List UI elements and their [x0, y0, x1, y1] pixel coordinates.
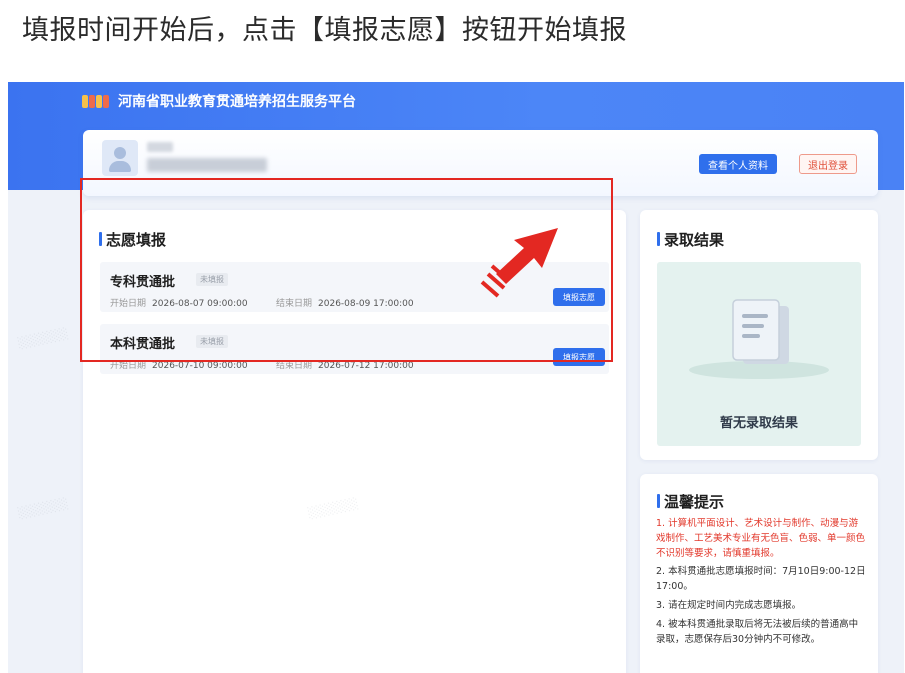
start-date-value: 2026-08-07 09:00:00 — [152, 299, 248, 309]
start-date: 开始日期 2026-08-07 09:00:00 — [110, 296, 248, 309]
app-screenshot: 河南省职业教育贯通培养招生服务平台 查看个人资料 退出登录 志愿填报 专科贯通批… — [8, 82, 904, 673]
batch-name: 专科贯通批 — [110, 275, 176, 290]
tip-item: 3. 请在规定时间内完成志愿填报。 — [656, 600, 802, 611]
user-card: 查看个人资料 退出登录 — [83, 130, 878, 196]
section-accent-bar — [657, 232, 660, 246]
logout-button[interactable]: 退出登录 — [799, 154, 857, 174]
tutorial-caption: 填报时间开始后，点击【填报志愿】按钮开始填报 — [22, 15, 627, 46]
tips-panel: 温馨提示 1. 计算机平面设计、艺术设计与制作、动漫与游戏制作、工艺美术专业有无… — [640, 474, 878, 673]
watermark: ░░░░░░ — [17, 326, 70, 351]
start-date-label: 开始日期 — [110, 299, 147, 309]
tip-item: 4. 被本科贯通批录取后将无法被后续的普通高中录取，志愿保存后30分钟内不可修改… — [656, 619, 859, 645]
avatar — [102, 140, 138, 176]
end-date-label: 结束日期 — [276, 299, 313, 309]
start-date-label: 开始日期 — [110, 361, 147, 371]
end-date: 结束日期 2026-07-12 17:00:00 — [276, 358, 414, 371]
empty-result-text: 暂无录取结果 — [719, 416, 798, 431]
start-date: 开始日期 2026-07-10 09:00:00 — [110, 358, 248, 371]
batch-row-bachelor: 本科贯通批 未填报 开始日期 2026-07-10 09:00:00 结束日期 20… — [100, 324, 609, 374]
red-arrow-icon — [480, 228, 558, 298]
redacted-user-info — [147, 158, 267, 172]
document-stack-icon — [689, 299, 829, 379]
tip-item: 1. 计算机平面设计、艺术设计与制作、动漫与游戏制作、工艺美术专业有无色盲、色弱… — [656, 518, 866, 559]
start-date-value: 2026-07-10 09:00:00 — [152, 361, 248, 371]
status-badge: 未填报 — [196, 335, 228, 348]
site-logo-icon — [82, 93, 112, 108]
fill-application-button[interactable]: 填报志愿 — [553, 348, 605, 366]
tip-item: 2. 本科贯通批志愿填报时间：7月10日9:00-12日17:00。 — [656, 566, 866, 592]
redacted-username — [147, 142, 173, 152]
section-accent-bar — [657, 494, 660, 508]
end-date-value: 2026-08-09 17:00:00 — [318, 299, 414, 309]
section-accent-bar — [99, 232, 102, 246]
admission-result-panel: 录取结果 暂无录取结果 — [640, 210, 878, 460]
end-date-value: 2026-07-12 17:00:00 — [318, 361, 414, 371]
end-date-label: 结束日期 — [276, 361, 313, 371]
site-title: 河南省职业教育贯通培养招生服务平台 — [118, 94, 356, 110]
empty-result-area: 暂无录取结果 — [657, 262, 861, 446]
end-date: 结束日期 2026-08-09 17:00:00 — [276, 296, 414, 309]
watermark: ░░░░░░ — [17, 496, 70, 521]
view-profile-button[interactable]: 查看个人资料 — [699, 154, 777, 174]
application-title: 志愿填报 — [106, 231, 167, 249]
status-badge: 未填报 — [196, 273, 228, 286]
tips-title: 温馨提示 — [664, 493, 725, 511]
batch-name: 本科贯通批 — [110, 337, 176, 352]
admission-title: 录取结果 — [664, 231, 725, 249]
